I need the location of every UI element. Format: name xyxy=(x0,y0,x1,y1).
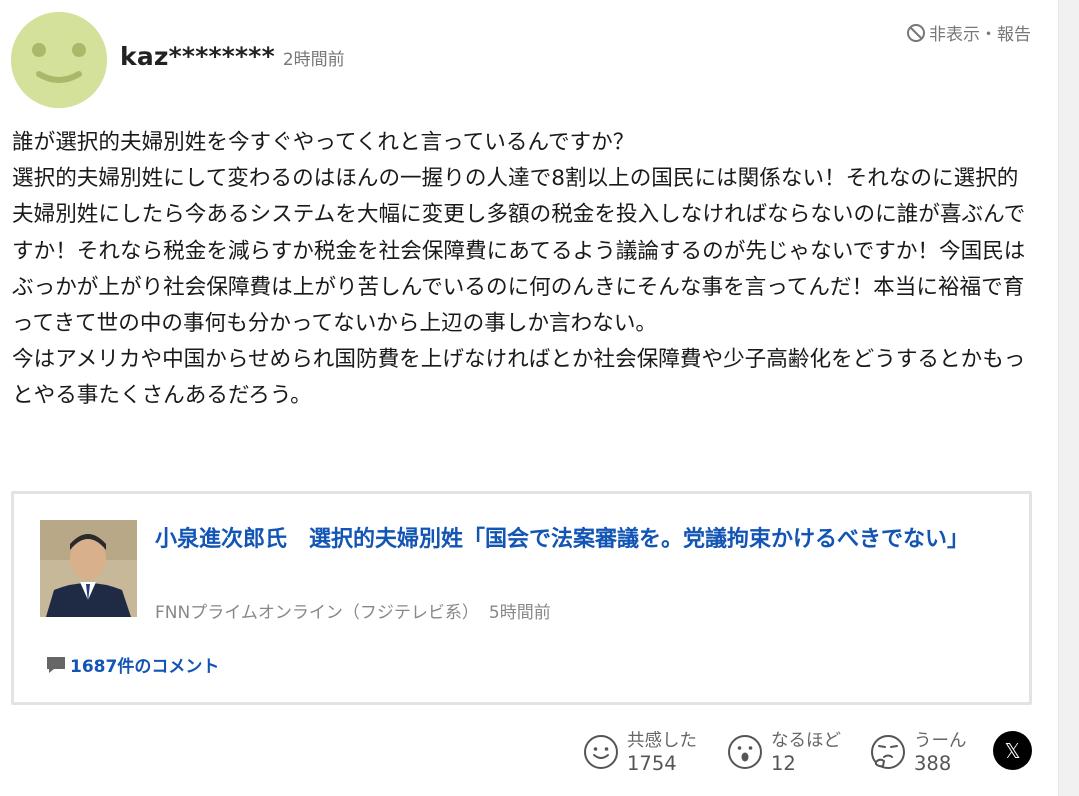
avatar[interactable] xyxy=(11,12,107,108)
comment-count-label: 1687件のコメント xyxy=(70,657,220,677)
reaction-bar: 共感した 1754 なるほど 12 うーん 388 xyxy=(0,726,1058,778)
reaction-agree-count: 1754 xyxy=(627,752,677,775)
speech-bubble-icon xyxy=(47,656,65,673)
article-link-card[interactable]: 小泉進次郎氏 選択的夫婦別姓「国会で法案審議を。党議拘束かけるべきでない」 FN… xyxy=(11,491,1032,705)
thinking-face-icon xyxy=(871,735,905,769)
reaction-agree-label: 共感した xyxy=(627,731,697,751)
smile-face-icon xyxy=(584,735,618,769)
comment-timestamp: 2時間前 xyxy=(282,50,345,70)
article-title[interactable]: 小泉進次郎氏 選択的夫婦別姓「国会で法案審議を。党議拘束かけるべきでない」 xyxy=(155,522,1015,558)
reaction-hmm-label: うーん xyxy=(914,731,967,751)
article-source: FNNプライムオンライン（フジテレビ系） xyxy=(155,603,479,623)
comment-text: 誰が選択的夫婦別姓を今すぐやってくれと言っているんですか？ 選択的夫婦別姓にして… xyxy=(12,130,1026,409)
reaction-agree-button[interactable]: 共感した 1754 xyxy=(583,726,713,778)
username[interactable]: kaz******** xyxy=(120,42,275,71)
article-thumbnail xyxy=(40,520,137,617)
reaction-insightful-count: 12 xyxy=(771,752,796,775)
scrollbar-track[interactable] xyxy=(1058,0,1079,796)
comment-header: kaz******** 2時間前 xyxy=(120,42,345,71)
smiley-avatar-icon xyxy=(11,12,107,108)
surprised-face-icon xyxy=(728,735,762,769)
article-comment-count-link[interactable]: 1687件のコメント xyxy=(45,652,219,677)
x-logo-icon: 𝕏 xyxy=(1004,738,1021,763)
hide-report-label: 非表示・報告 xyxy=(929,25,1031,45)
reaction-insightful-label: なるほど xyxy=(771,731,841,751)
hide-report-button[interactable]: 非表示・報告 xyxy=(906,20,1031,45)
reaction-hmm-count: 388 xyxy=(914,752,952,775)
reaction-hmm-button[interactable]: うーん 388 xyxy=(870,726,980,778)
article-source-line: FNNプライムオンライン（フジテレビ系） 5時間前 xyxy=(155,598,551,623)
comment-item: kaz******** 2時間前 非表示・報告 誰が選択的夫婦別姓を今すぐやって… xyxy=(0,0,1058,796)
article-time: 5時間前 xyxy=(488,603,551,623)
reaction-insightful-button[interactable]: なるほど 12 xyxy=(727,726,852,778)
prohibited-icon xyxy=(907,23,925,42)
x-share-button[interactable]: 𝕏 xyxy=(993,731,1032,770)
